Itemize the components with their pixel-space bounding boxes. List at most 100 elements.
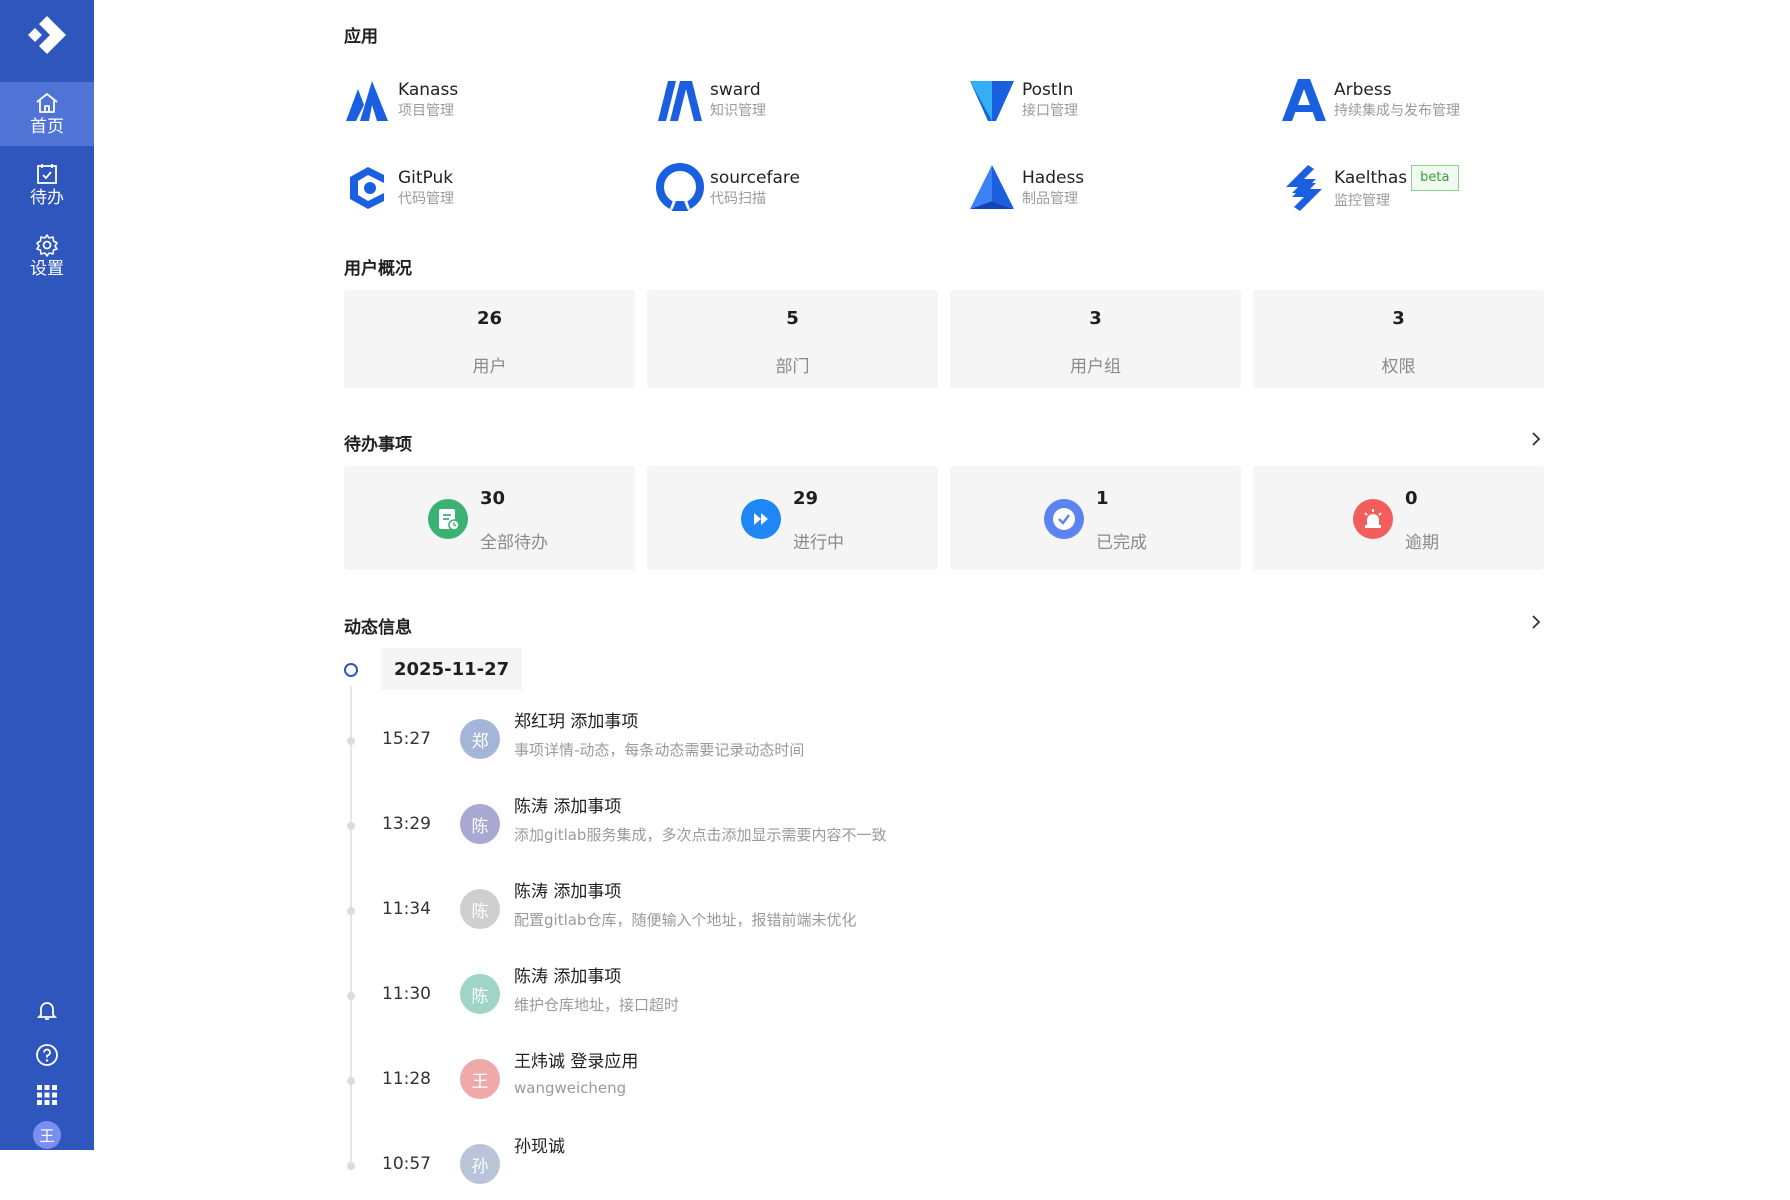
sidebar-item-label: 待办 <box>30 188 64 208</box>
beta-badge: beta <box>1411 165 1459 191</box>
app-name: GitPuk <box>398 168 454 188</box>
sidebar-item-settings[interactable]: 设置 <box>0 224 94 288</box>
app-name: Arbess <box>1334 80 1392 100</box>
todo-label: 已完成 <box>1096 533 1147 553</box>
activity-item[interactable]: 10:57 孙 孙现诚 <box>344 1130 1244 1200</box>
activity-item[interactable]: 11:34 陈 陈涛 添加事项 配置gitlab仓库，随便输入个地址，报错前端未… <box>344 875 1244 945</box>
sidebar: 首页 待办 设置 王 <box>0 0 94 1150</box>
sidebar-item-todo[interactable]: 待办 <box>0 153 94 217</box>
activity-title: 陈涛 添加事项 <box>514 967 622 987</box>
stat-card-permissions[interactable]: 3 权限 <box>1253 290 1544 388</box>
logo[interactable] <box>26 14 68 56</box>
app-hadess[interactable]: Hadess 制品管理 <box>968 160 1258 216</box>
stat-label: 用户组 <box>1070 357 1121 377</box>
users-section-title: 用户概况 <box>344 259 412 279</box>
hadess-logo-icon <box>970 165 1014 209</box>
calendar-check-icon <box>37 164 57 184</box>
activity-item[interactable]: 15:27 郑 郑红玥 添加事项 事项详情-动态，每条动态需要记录动态时间 <box>344 705 1244 775</box>
app-desc: 制品管理 <box>1022 191 1078 207</box>
avatar: 郑 <box>460 719 500 759</box>
avatar: 孙 <box>460 1144 500 1184</box>
app-name: Kaelthas <box>1334 168 1408 188</box>
timeline-dot <box>347 992 355 1000</box>
sidebar-item-label: 首页 <box>30 117 64 137</box>
app-name: Hadess <box>1022 168 1085 188</box>
sidebar-item-label: 设置 <box>30 259 64 279</box>
todo-card-completed[interactable]: 1 已完成 <box>950 466 1241 570</box>
app-kanass[interactable]: Kanass 项目管理 <box>344 72 634 128</box>
kaelthas-logo-icon <box>1286 165 1322 211</box>
activity-item[interactable]: 11:28 王 王炜诚 登录应用 wangweicheng <box>344 1045 1244 1115</box>
stat-card-departments[interactable]: 5 部门 <box>647 290 938 388</box>
timeline-dot <box>347 1077 355 1085</box>
avatar: 陈 <box>460 889 500 929</box>
activity-item[interactable]: 11:30 陈 陈涛 添加事项 维护仓库地址，接口超时 <box>344 960 1244 1030</box>
notification-button[interactable] <box>0 998 94 1022</box>
gear-icon <box>36 234 58 257</box>
stat-value: 3 <box>1392 308 1405 329</box>
app-grid-button[interactable] <box>0 1084 94 1106</box>
avatar: 王 <box>33 1121 61 1149</box>
app-desc: 监控管理 <box>1334 193 1390 209</box>
app-sward[interactable]: sward 知识管理 <box>656 72 946 128</box>
avatar: 陈 <box>460 974 500 1014</box>
app-desc: 代码管理 <box>398 191 454 207</box>
todo-value: 29 <box>793 488 819 509</box>
timeline-dot <box>347 822 355 830</box>
kanass-logo-icon <box>346 81 388 121</box>
activity-desc: 维护仓库地址，接口超时 <box>514 996 680 1014</box>
timeline-dot <box>347 737 355 745</box>
todo-card-all[interactable]: 30 全部待办 <box>344 466 635 570</box>
sward-logo-icon <box>658 81 702 121</box>
stat-label: 部门 <box>775 357 810 377</box>
activity-desc: 事项详情-动态，每条动态需要记录动态时间 <box>514 741 805 759</box>
grid-icon <box>37 1085 57 1105</box>
stat-value: 26 <box>476 308 503 329</box>
timeline-date-dot <box>344 663 358 677</box>
activity-section-title: 动态信息 <box>344 618 412 638</box>
todos-section-title: 待办事项 <box>344 435 412 455</box>
app-desc: 代码扫描 <box>710 191 766 207</box>
help-button[interactable] <box>0 1043 94 1067</box>
app-postin[interactable]: PostIn 接口管理 <box>968 72 1258 128</box>
stat-card-user-groups[interactable]: 3 用户组 <box>950 290 1241 388</box>
app-kaelthas[interactable]: Kaelthas beta 监控管理 <box>1280 160 1570 216</box>
app-desc: 接口管理 <box>1022 103 1078 119</box>
todo-card-overdue[interactable]: 0 逾期 <box>1253 466 1544 570</box>
app-desc: 项目管理 <box>398 103 454 119</box>
arbess-logo-icon <box>1282 79 1326 121</box>
activity-title: 陈涛 添加事项 <box>514 797 622 817</box>
activity-desc: wangweicheng <box>514 1079 627 1097</box>
chevron-right-icon[interactable] <box>1528 614 1544 630</box>
timeline-dot <box>347 1162 355 1170</box>
app-desc: 知识管理 <box>710 103 766 119</box>
app-arbess[interactable]: Arbess 持续集成与发布管理 <box>1280 72 1570 128</box>
help-icon <box>36 1044 58 1066</box>
todo-value: 0 <box>1405 488 1418 509</box>
stat-value: 3 <box>1089 308 1102 329</box>
stat-card-users[interactable]: 26 用户 <box>344 290 635 388</box>
sidebar-item-home[interactable]: 首页 <box>0 82 94 146</box>
avatar: 王 <box>460 1059 500 1099</box>
user-menu[interactable]: 王 <box>0 1121 94 1149</box>
postin-logo-icon <box>970 81 1014 121</box>
activity-desc: 配置gitlab仓库，随便输入个地址，报错前端未优化 <box>514 911 857 929</box>
todo-card-in-progress[interactable]: 29 进行中 <box>647 466 938 570</box>
activity-desc: 添加gitlab服务集成，多次点击添加显示需要内容不一致 <box>514 826 887 844</box>
todo-label: 进行中 <box>793 533 844 553</box>
todo-label: 逾期 <box>1405 533 1439 553</box>
app-sourcefare[interactable]: sourcefare 代码扫描 <box>656 160 946 216</box>
activity-time: 15:27 <box>382 729 431 749</box>
apps-section-title: 应用 <box>344 27 378 47</box>
app-name: PostIn <box>1022 80 1074 100</box>
stat-label: 用户 <box>472 357 507 377</box>
timeline-dot <box>347 907 355 915</box>
avatar: 陈 <box>460 804 500 844</box>
app-gitpuk[interactable]: GitPuk 代码管理 <box>344 160 634 216</box>
activity-time: 11:34 <box>382 899 431 919</box>
activity-item[interactable]: 13:29 陈 陈涛 添加事项 添加gitlab服务集成，多次点击添加显示需要内… <box>344 790 1244 860</box>
app-name: sourcefare <box>710 168 800 188</box>
activity-time: 11:30 <box>382 984 431 1004</box>
stat-value: 5 <box>786 308 799 329</box>
chevron-right-icon[interactable] <box>1528 431 1544 447</box>
